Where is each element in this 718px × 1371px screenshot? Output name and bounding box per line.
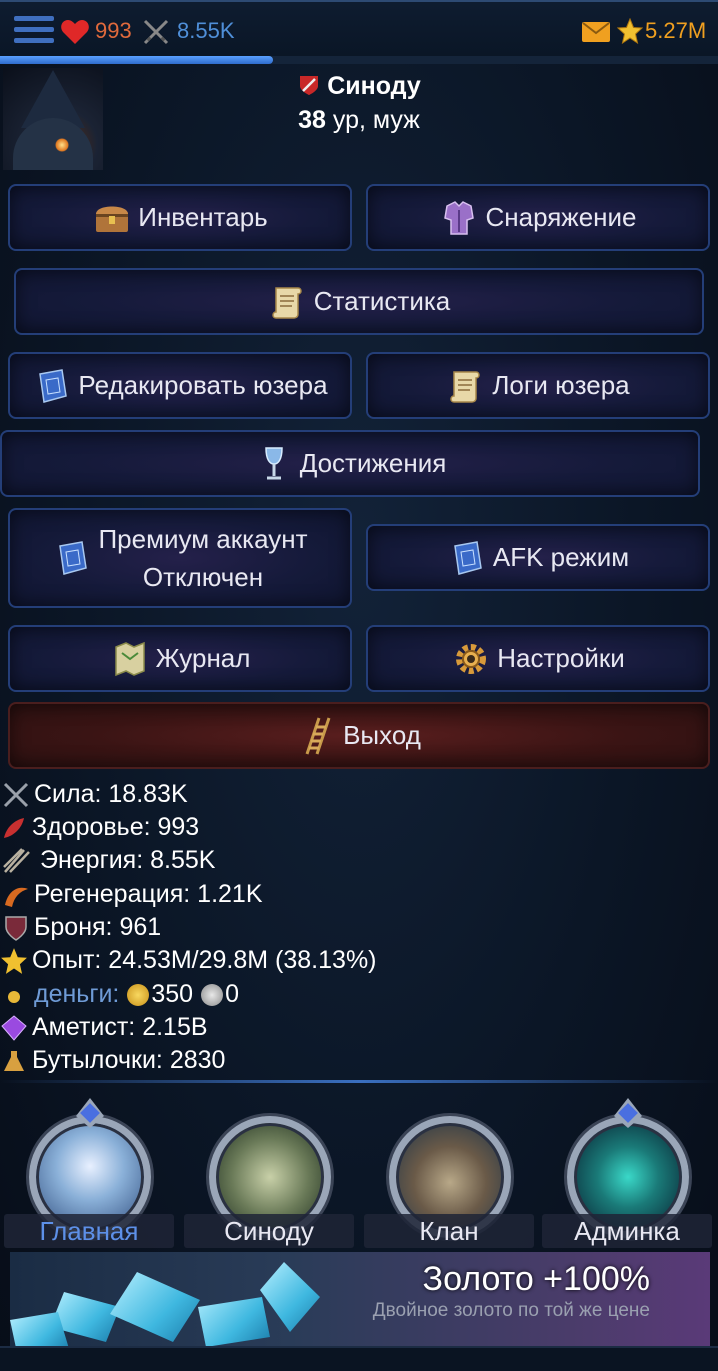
stat-strength-text: Сила: 18.83K [34, 780, 188, 808]
inventory-label: Инвентарь [138, 202, 268, 232]
regeneration-icon [5, 887, 28, 907]
experience-progress-bar [0, 56, 718, 64]
gold-coin-icon [127, 983, 150, 1006]
promo-banner[interactable]: Золото +100% Двойное золото по той же це… [10, 1252, 710, 1346]
money-label: деньги: [34, 980, 120, 1008]
premium-status: Отключен [142, 562, 264, 592]
stat-money: деньги: 350 0 [2, 980, 239, 1009]
settings-label: Настройки [497, 643, 625, 673]
heart-icon [61, 20, 89, 44]
menu-icon[interactable] [14, 16, 54, 48]
promo-title: Золото +100% [422, 1260, 650, 1298]
scroll-icon [271, 286, 302, 319]
nav-profile-label: Синоду [184, 1214, 354, 1248]
crossed-swords-icon [3, 847, 30, 873]
map-icon [114, 641, 145, 676]
user-logs-label: Логи юзера [492, 370, 630, 400]
player-name-row: Синоду [0, 72, 718, 101]
stat-regeneration: Регенерация: 1.21K [2, 880, 263, 909]
settings-button[interactable]: Настройки [366, 625, 710, 692]
premium-label: Премиум аккаунт [98, 524, 308, 554]
sword-badge-icon [300, 76, 319, 95]
nav-admin-label: Админка [542, 1214, 712, 1248]
journal-label: Журнал [155, 643, 251, 673]
stat-experience-text: Опыт: 24.53M/29.8M (38.13%) [32, 946, 377, 974]
nav-clan-label: Клан [364, 1214, 534, 1248]
equipment-label: Снаряжение [485, 202, 637, 232]
stat-health: Здоровье: 993 [0, 813, 199, 842]
spellbook-icon [59, 541, 88, 575]
nav-admin[interactable]: Админка [542, 1098, 712, 1248]
silver-coin-icon [201, 983, 224, 1006]
energy-value: 8.55K [177, 18, 235, 43]
armor-icon [444, 200, 475, 235]
stat-armor-text: Броня: 961 [34, 913, 162, 941]
shield-icon [5, 915, 27, 941]
stat-bottles: Бутылочки: 2830 [0, 1046, 225, 1075]
bottom-bar [0, 1346, 718, 1371]
nav-main[interactable]: Главная [4, 1098, 174, 1248]
feather-icon [4, 817, 24, 838]
gear-icon [456, 643, 487, 674]
crossed-swords-icon [3, 782, 29, 807]
money-silver-value: 0 [225, 980, 239, 1008]
edit-user-label: Редакировать юзера [78, 370, 328, 400]
divider [0, 1080, 718, 1083]
nav-profile[interactable]: Синоду [184, 1098, 354, 1248]
achievements-label: Достижения [299, 448, 447, 478]
amethyst-icon [1, 1014, 27, 1041]
nav-main-label: Главная [4, 1214, 174, 1248]
star-icon [1, 947, 27, 974]
player-name: Синоду [327, 72, 421, 100]
stat-energy: Энергия: 8.55K [2, 846, 215, 875]
journal-button[interactable]: Журнал [8, 625, 352, 692]
stat-energy-text: Энергия: 8.55K [40, 846, 216, 874]
player-level: 38 ур, муж [0, 106, 718, 135]
spellbook-icon [39, 368, 68, 403]
mail-icon[interactable] [582, 22, 610, 42]
premium-account-button[interactable]: Премиум аккаунт Отключен [8, 508, 352, 608]
stat-experience: Опыт: 24.53M/29.8M (38.13%) [0, 946, 377, 975]
stat-amethyst: Аметист: 2.15B [0, 1013, 208, 1042]
achievements-button[interactable]: Достижения [0, 430, 700, 497]
crossed-swords-icon [143, 19, 169, 45]
statistics-button[interactable]: Статистика [14, 268, 704, 335]
stat-health-text: Здоровье: 993 [32, 813, 200, 841]
stat-armor: Броня: 961 [2, 913, 161, 942]
scroll-icon [450, 370, 481, 403]
stat-regeneration-text: Регенерация: 1.21K [34, 880, 263, 908]
ladder-icon [305, 717, 331, 754]
exit-button[interactable]: Выход [8, 702, 710, 769]
goblet-icon [264, 446, 283, 479]
gold-value: 5.27M [645, 18, 707, 43]
afk-mode-button[interactable]: AFK режим [366, 524, 710, 591]
inventory-button[interactable]: Инвентарь [8, 184, 352, 251]
potion-icon [4, 1050, 24, 1071]
promo-subtitle: Двойное золото по той же цене [372, 1300, 650, 1321]
gold-coin-icon [8, 990, 20, 1003]
nav-clan[interactable]: Клан [364, 1098, 534, 1248]
statistics-label: Статистика [313, 286, 451, 316]
star-icon [617, 18, 643, 44]
stat-bottles-text: Бутылочки: 2830 [32, 1046, 226, 1074]
money-gold-value: 350 [151, 980, 194, 1008]
hp-value: 993 [95, 18, 132, 43]
level-number: 38 [298, 106, 326, 134]
equipment-button[interactable]: Снаряжение [366, 184, 710, 251]
edit-user-button[interactable]: Редакировать юзера [8, 352, 352, 419]
user-logs-button[interactable]: Логи юзера [366, 352, 710, 419]
stat-strength: Сила: 18.83K [2, 780, 188, 809]
top-bar: 993 8.55K 5.27M [0, 0, 718, 56]
afk-label: AFK режим [492, 542, 630, 572]
spellbook-icon [454, 540, 482, 575]
level-suffix: ур, муж [325, 106, 420, 134]
stat-amethyst-text: Аметист: 2.15B [32, 1013, 208, 1041]
exit-label: Выход [343, 720, 421, 750]
chest-icon [96, 206, 129, 232]
